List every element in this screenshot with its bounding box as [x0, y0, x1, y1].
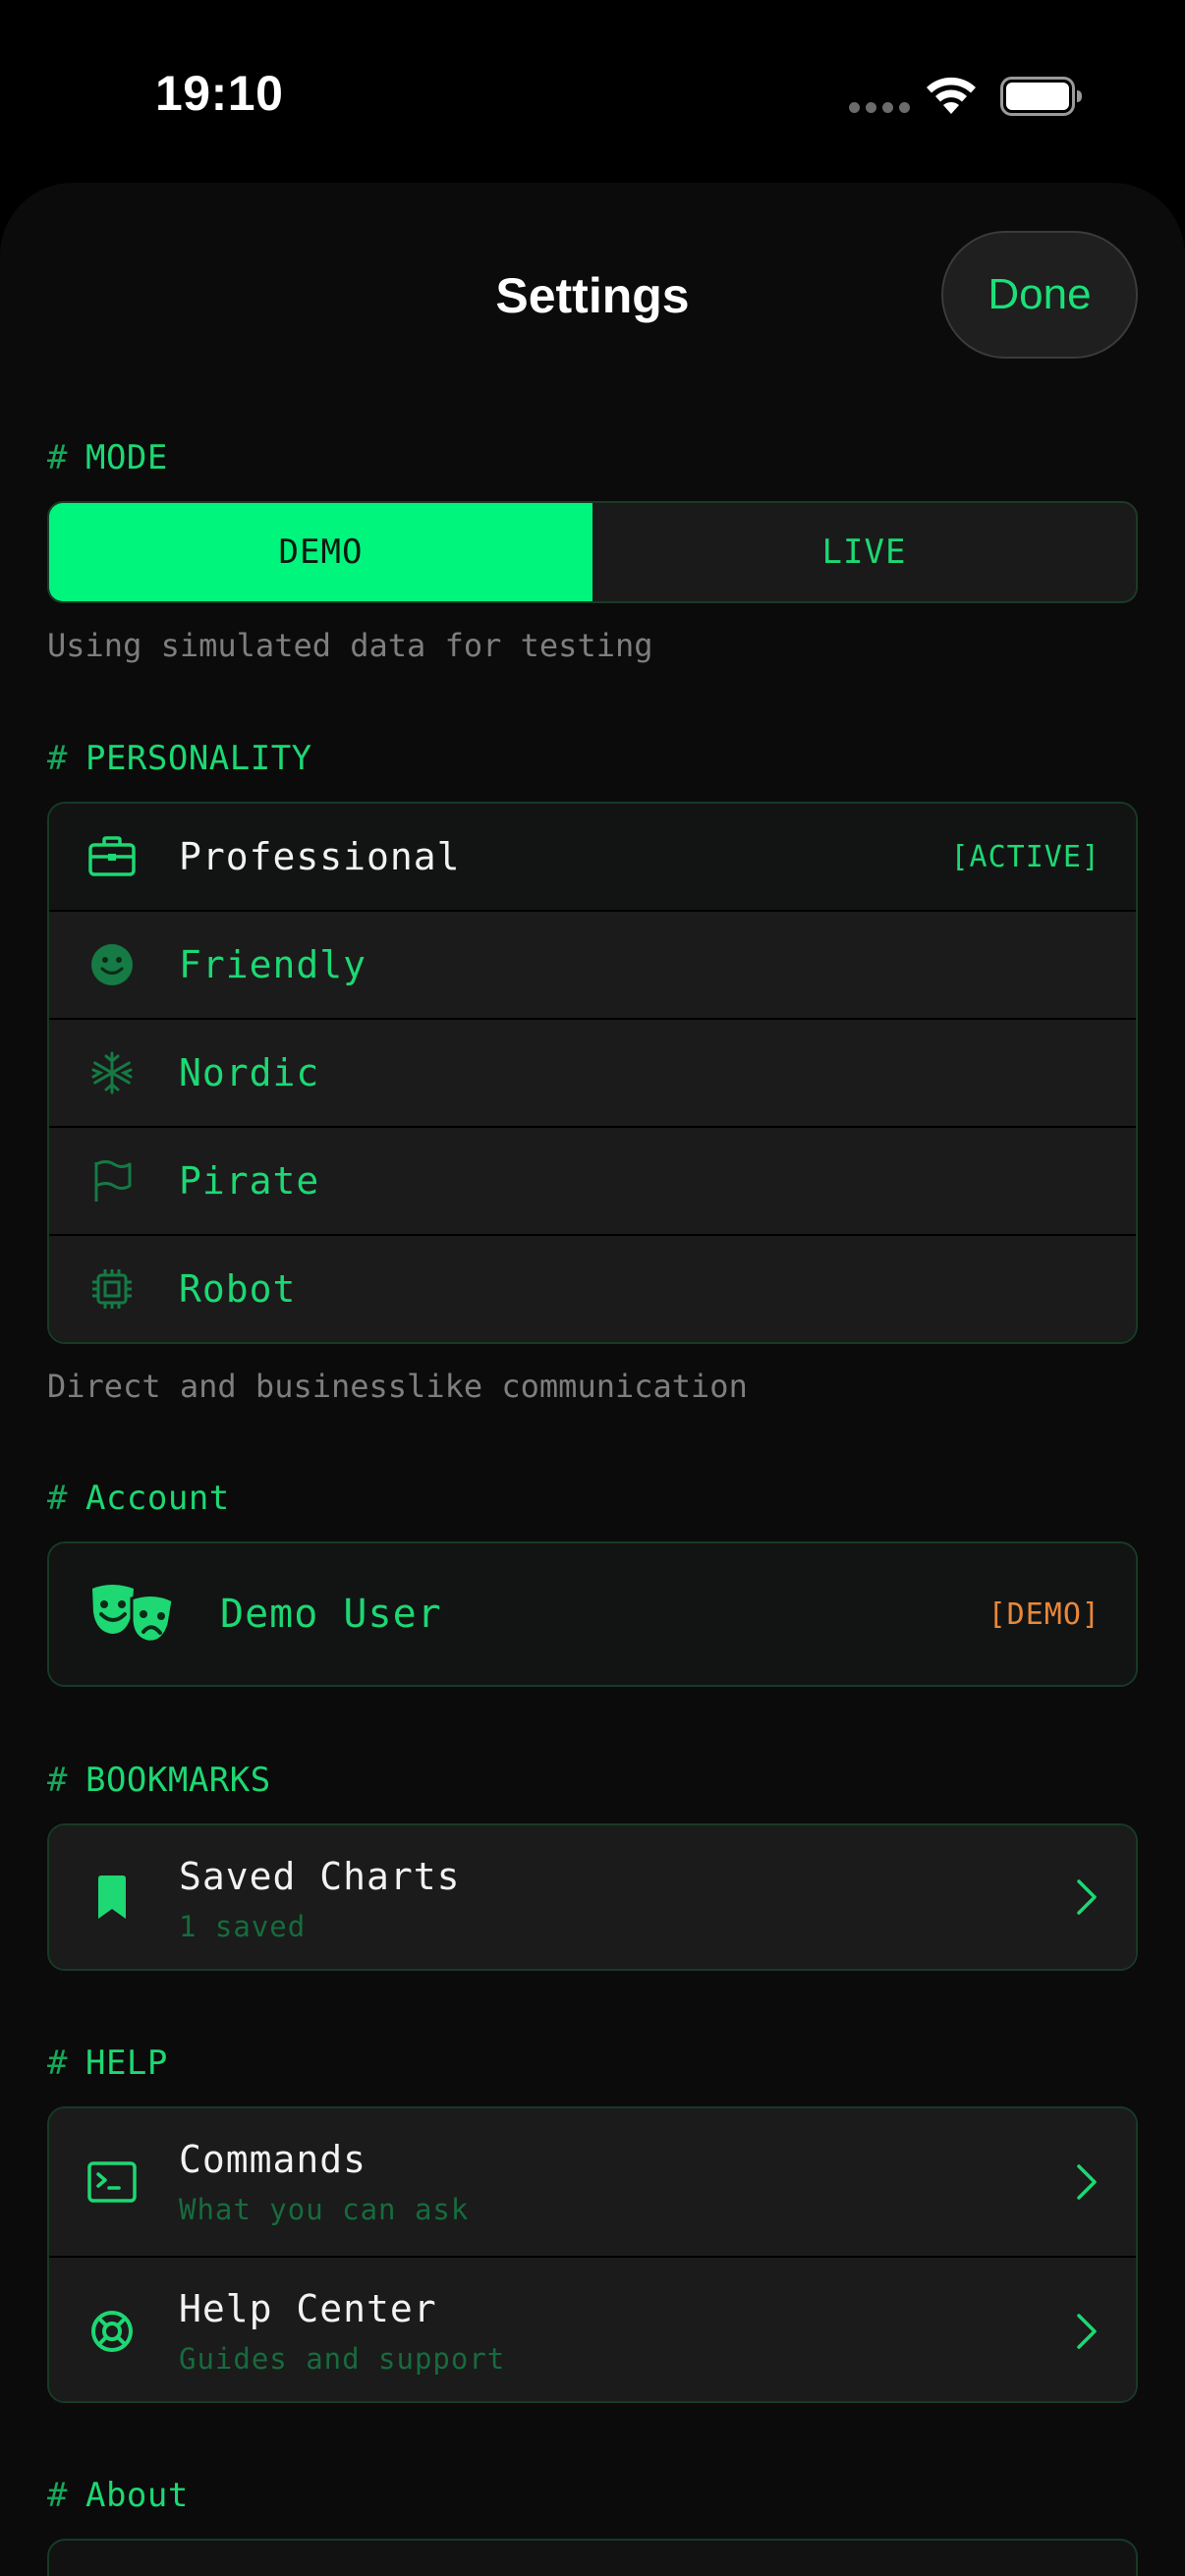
chevron-right-icon	[1077, 2314, 1097, 2349]
help-center-title: Help Center	[179, 2287, 437, 2330]
help-section-title: HELP	[85, 2044, 168, 2083]
saved-charts-row[interactable]: Saved Charts 1 saved	[49, 1825, 1136, 1969]
personality-item-robot[interactable]: Robot	[49, 1234, 1136, 1342]
mode-demo-segment[interactable]: DEMO	[49, 503, 592, 601]
cellular-signal-icon	[849, 102, 910, 113]
personality-item-friendly[interactable]: Friendly	[49, 910, 1136, 1018]
personality-item-pirate[interactable]: Pirate	[49, 1126, 1136, 1234]
snowflake-icon	[86, 1047, 138, 1098]
mode-live-segment[interactable]: LIVE	[592, 503, 1136, 601]
flag-icon	[86, 1155, 138, 1206]
status-bar: 19:10	[0, 0, 1185, 187]
status-time: 19:10	[155, 66, 284, 121]
help-center-subtitle: Guides and support	[179, 2342, 506, 2376]
section-hash: #	[47, 2044, 68, 2083]
smiley-icon	[86, 939, 138, 990]
done-button[interactable]: Done	[941, 231, 1138, 359]
wifi-icon	[927, 77, 976, 114]
personality-section-title: PERSONALITY	[85, 739, 312, 778]
personality-item-label: Robot	[179, 1267, 297, 1311]
saved-charts-title: Saved Charts	[179, 1855, 461, 1898]
account-user-name: Demo User	[220, 1592, 442, 1637]
personality-list: Professional [ACTIVE] Friendly Nordic Pi…	[47, 802, 1138, 1344]
about-section-title: About	[85, 2476, 189, 2515]
personality-item-label: Pirate	[179, 1159, 320, 1203]
account-section-title: Account	[85, 1479, 230, 1518]
personality-item-label: Professional	[179, 835, 461, 878]
bookmarks-section-title: BOOKMARKS	[85, 1761, 271, 1800]
section-hash: #	[47, 2476, 68, 2515]
mode-section-header: # MODE	[47, 438, 168, 477]
bookmarks-section-header: # BOOKMARKS	[47, 1761, 271, 1800]
chevron-right-icon	[1077, 2164, 1097, 2200]
theater-masks-icon	[88, 1583, 177, 1646]
saved-charts-subtitle: 1 saved	[179, 1910, 307, 1943]
personality-item-label: Friendly	[179, 943, 367, 986]
commands-row[interactable]: Commands What you can ask	[49, 2108, 1136, 2256]
personality-item-nordic[interactable]: Nordic	[49, 1018, 1136, 1126]
lifebuoy-icon	[86, 2306, 138, 2357]
commands-title: Commands	[179, 2138, 367, 2181]
mode-segmented-control[interactable]: DEMO LIVE	[47, 501, 1138, 603]
section-hash: #	[47, 1479, 68, 1518]
about-section-header: # About	[47, 2476, 189, 2515]
personality-item-professional[interactable]: Professional [ACTIVE]	[49, 804, 1136, 910]
help-center-row[interactable]: Help Center Guides and support	[49, 2256, 1136, 2401]
battery-icon	[1000, 77, 1082, 116]
personality-item-label: Nordic	[179, 1051, 320, 1094]
account-section-header: # Account	[47, 1479, 230, 1518]
section-hash: #	[47, 438, 68, 477]
mode-section-title: MODE	[85, 438, 168, 477]
bookmark-icon	[86, 1872, 138, 1923]
section-hash: #	[47, 739, 68, 778]
demo-badge: [DEMO]	[988, 1596, 1100, 1632]
help-section-header: # HELP	[47, 2044, 168, 2083]
account-row[interactable]: Demo User [DEMO]	[49, 1543, 1136, 1685]
active-badge: [ACTIVE]	[950, 839, 1100, 874]
cpu-chip-icon	[86, 1263, 138, 1315]
terminal-icon	[86, 2156, 138, 2208]
account-card: Demo User [DEMO]	[47, 1541, 1138, 1687]
personality-caption: Direct and businesslike communication	[47, 1368, 748, 1405]
section-hash: #	[47, 1761, 68, 1800]
briefcase-icon	[86, 831, 138, 882]
bookmarks-card: Saved Charts 1 saved	[47, 1823, 1138, 1971]
personality-section-header: # PERSONALITY	[47, 739, 312, 778]
help-card: Commands What you can ask Help Center Gu…	[47, 2106, 1138, 2403]
commands-subtitle: What you can ask	[179, 2193, 470, 2226]
about-card	[47, 2539, 1138, 2576]
mode-caption: Using simulated data for testing	[47, 627, 653, 664]
chevron-right-icon	[1077, 1879, 1097, 1915]
